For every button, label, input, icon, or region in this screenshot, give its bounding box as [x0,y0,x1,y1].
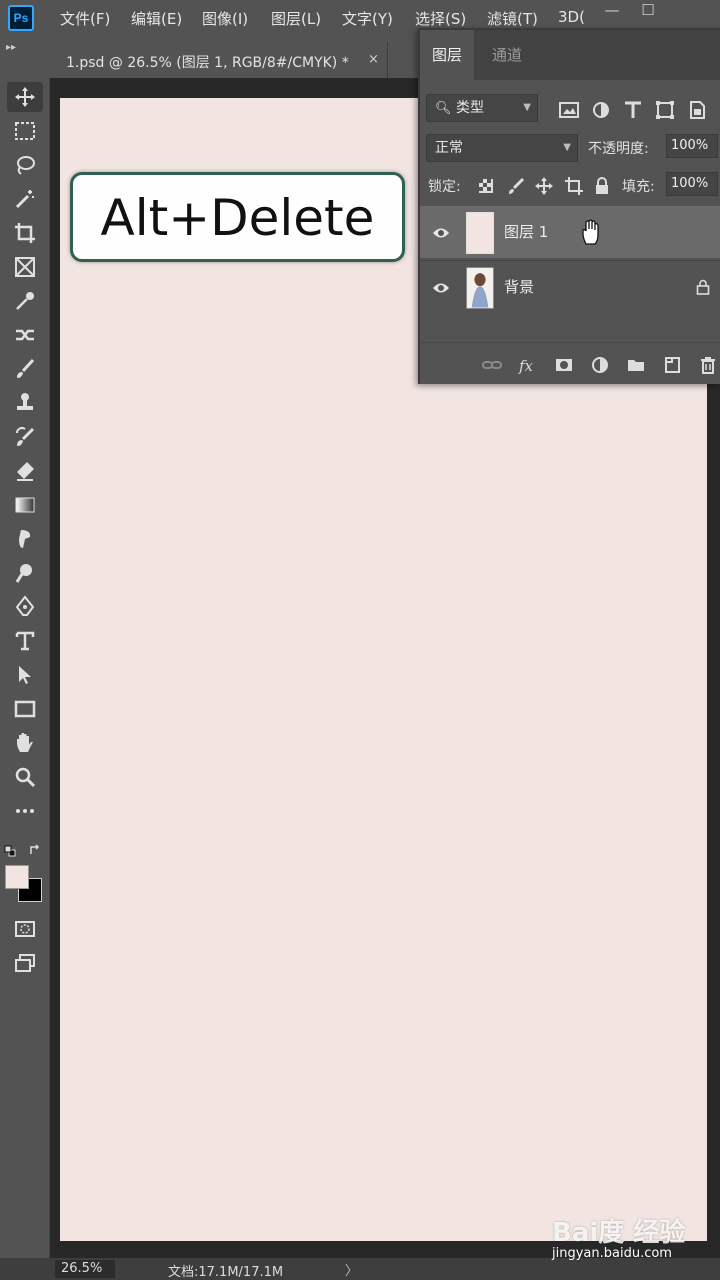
rectangle-tool-icon[interactable] [7,694,43,724]
layer-row-layer1[interactable]: 图层 1 [420,206,720,258]
type-tool-icon[interactable] [7,626,43,656]
lock-image-pixels-icon[interactable] [506,176,526,196]
hand-cursor-icon [580,218,602,246]
path-selection-tool-icon[interactable] [7,660,43,690]
stamp-tool-icon[interactable] [7,388,43,418]
status-bar: 26.5% 文档:17.1M/17.1M 〉 [0,1258,720,1280]
layer-name[interactable]: 背景 [504,276,534,297]
expand-chevron-icon[interactable]: ▸▸ [6,42,16,53]
tab-channels[interactable]: 通道 [480,30,534,80]
smudge-tool-icon[interactable] [7,524,43,554]
screen-mode-icon[interactable] [7,948,43,978]
layers-panel-footer: fx [420,342,720,384]
layer-row-background[interactable]: 背景 [420,260,720,312]
quick-mask-icon[interactable] [7,914,43,944]
chevron-down-icon: ▼ [563,142,571,153]
lock-icon [696,279,710,295]
svg-text:fx: fx [518,357,534,375]
keyboard-shortcut-overlay: Alt+Delete [70,172,405,262]
layer-thumbnail [466,267,494,309]
tools-panel [0,78,50,1258]
layer-thumbnail [466,212,494,254]
default-colors-icon[interactable] [4,842,16,857]
fill-label: 填充: [622,179,655,195]
history-brush-tool-icon[interactable] [7,422,43,452]
blend-mode-dropdown[interactable]: 正常 ▼ [426,134,578,162]
eye-icon[interactable] [432,225,450,239]
hand-tool-icon[interactable] [7,728,43,758]
blend-mode-value: 正常 [435,140,463,156]
tab-layers[interactable]: 图层 [420,30,475,80]
search-icon: 🔍︎ [435,101,452,116]
opacity-field[interactable]: 100% [666,134,718,158]
layer-name[interactable]: 图层 1 [504,221,548,242]
document-tab[interactable]: 1.psd @ 26.5% (图层 1, RGB/8#/CMYK) * × [48,42,388,78]
eraser-tool-icon[interactable] [7,456,43,486]
adjustment-layer-icon[interactable] [590,355,610,375]
zoom-level-field[interactable]: 26.5% [55,1260,115,1278]
watermark-url: jingyan.baidu.com [552,1246,672,1261]
document-size-info: 文档:17.1M/17.1M [168,1265,284,1280]
lock-position-icon[interactable] [534,176,554,196]
menu-type[interactable]: 文字(Y) [342,8,393,29]
opacity-label: 不透明度: [588,141,649,157]
magic-wand-tool-icon[interactable] [7,184,43,214]
brush-tool-icon[interactable] [7,354,43,384]
fill-field[interactable]: 100% [666,172,718,196]
shape-filter-icon[interactable] [654,100,676,120]
adjustment-filter-icon[interactable] [590,100,612,120]
document-tab-bar: 1.psd @ 26.5% (图层 1, RGB/8#/CMYK) * × [48,42,428,78]
healing-tool-icon[interactable] [7,320,43,350]
folder-icon[interactable] [626,355,646,375]
lock-artboard-icon[interactable] [564,176,584,196]
marquee-tool-icon[interactable] [7,116,43,146]
crop-tool-icon[interactable] [7,218,43,248]
panel-tab-bar: 图层 通道 [420,30,720,80]
close-tab-button[interactable]: × [368,52,379,67]
new-layer-icon[interactable] [662,355,682,375]
pen-tool-icon[interactable] [7,592,43,622]
layer-filter-dropdown[interactable]: 🔍︎ 类型 ▼ [426,94,538,122]
move-tool-icon[interactable] [7,82,43,112]
fx-icon[interactable]: fx [518,355,538,375]
maximize-button[interactable]: ☐ [630,0,666,22]
shortcut-text: Alt+Delete [100,189,375,247]
lasso-tool-icon[interactable] [7,150,43,180]
minimize-button[interactable]: — [594,0,630,22]
menu-file[interactable]: 文件(F) [60,8,110,29]
gradient-tool-icon[interactable] [7,490,43,520]
chevron-down-icon: ▼ [523,102,531,113]
menu-edit[interactable]: 编辑(E) [131,8,182,29]
frame-tool-icon[interactable] [7,252,43,282]
swap-colors-icon[interactable] [28,842,42,856]
delete-layer-icon[interactable] [698,355,718,375]
layers-panel: 图层 通道 🔍︎ 类型 ▼ 正常 ▼ 不透明度: 100% 锁定: 填充: 10… [418,28,720,384]
lock-transparent-pixels-icon[interactable] [476,176,496,196]
menu-3d[interactable]: 3D( [558,8,585,26]
status-menu-arrow-icon[interactable]: 〉 [345,1260,358,1279]
baidu-jingyan-watermark-logo: Bai度 经验 [552,1218,686,1248]
link-layers-icon[interactable] [482,355,502,375]
eyedropper-tool-icon[interactable] [7,286,43,316]
menu-layer[interactable]: 图层(L) [271,8,321,29]
pixel-filter-icon[interactable] [558,100,580,120]
zoom-tool-icon[interactable] [7,762,43,792]
foreground-color-swatch[interactable] [5,865,29,889]
dodge-tool-icon[interactable] [7,558,43,588]
document-tab-label: 1.psd @ 26.5% (图层 1, RGB/8#/CMYK) * [66,55,349,71]
menu-filter[interactable]: 滤镜(T) [487,8,538,29]
lock-all-icon[interactable] [592,176,612,196]
photoshop-logo: Ps [8,5,34,31]
more-tools-icon[interactable] [7,796,43,826]
filter-type-label: 类型 [455,100,484,116]
menu-select[interactable]: 选择(S) [415,8,466,29]
type-filter-icon[interactable] [622,100,644,120]
add-mask-icon[interactable] [554,355,574,375]
lock-label: 锁定: [428,179,461,195]
menu-image[interactable]: 图像(I) [202,8,248,29]
smart-object-filter-icon[interactable] [686,100,708,120]
eye-icon[interactable] [432,280,450,294]
